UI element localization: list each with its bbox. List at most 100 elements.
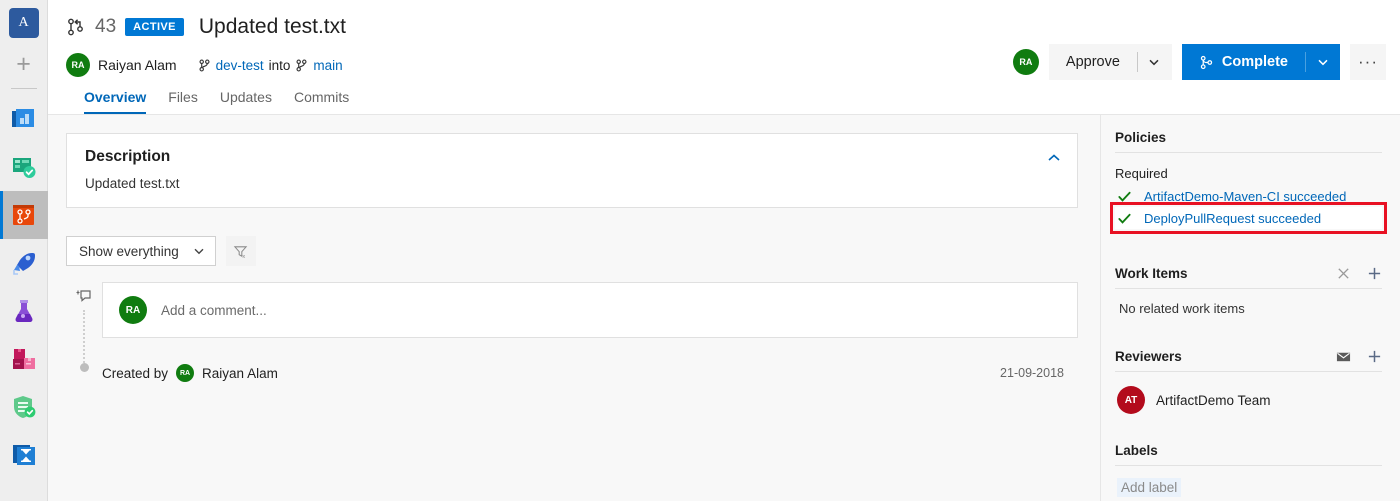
created-event-row: Created by RA Raiyan Alam 21-09-2018 — [102, 364, 1078, 382]
sidebar-item-security[interactable] — [0, 383, 48, 431]
sidebar-item-test-plans[interactable] — [0, 287, 48, 335]
azure-devops-pull-request-page: A + 43 ACTIVE Updated test.txt RA Raiyan… — [0, 0, 1400, 501]
target-branch-icon — [296, 59, 307, 71]
overview-icon — [11, 109, 34, 127]
discussion-thread: RA Add a comment... Created by RA Raiyan… — [66, 282, 1078, 382]
complete-button-group[interactable]: Complete — [1181, 44, 1340, 80]
add-reviewer-icon[interactable] — [1367, 349, 1382, 364]
work-items-title: Work Items — [1115, 266, 1188, 281]
labels-title: Labels — [1115, 443, 1158, 458]
created-prefix: Created by — [102, 365, 169, 381]
created-by-avatar: RA — [176, 364, 195, 382]
complete-button-label: Complete — [1221, 54, 1288, 70]
reviewers-section-header: Reviewers — [1115, 346, 1382, 372]
pull-request-actions: RA Approve Complete ··· — [1012, 44, 1386, 80]
author-avatar[interactable]: RA — [66, 53, 90, 77]
tab-files[interactable]: Files — [168, 89, 198, 114]
pipelines-icon — [12, 253, 35, 275]
complete-button[interactable]: Complete — [1181, 44, 1305, 80]
main-panel: 43 ACTIVE Updated test.txt RA Raiyan Ala… — [48, 0, 1400, 501]
policy-item[interactable]: ArtifactDemo-Maven-CI succeeded — [1115, 185, 1382, 207]
clear-filter-button[interactable]: x — [225, 236, 256, 266]
policy-item-highlighted[interactable]: DeployPullRequest succeeded — [1110, 202, 1387, 234]
reviewer-item[interactable]: AT ArtifactDemo Team — [1117, 386, 1382, 414]
shield-icon — [13, 396, 35, 418]
sidebar-item-pipelines[interactable] — [0, 239, 48, 287]
reviewer-avatar: AT — [1117, 386, 1145, 414]
reviewers-title: Reviewers — [1115, 349, 1182, 364]
reviewer-name: ArtifactDemo Team — [1156, 392, 1271, 408]
policies-section-header: Policies — [1115, 127, 1382, 153]
organization-logo[interactable]: A — [8, 8, 39, 38]
thread-event-dot — [79, 363, 89, 372]
policies-title: Policies — [1115, 130, 1167, 145]
source-branch[interactable]: dev-test — [216, 58, 264, 73]
add-work-item-icon[interactable] — [1367, 266, 1382, 281]
more-options-button[interactable]: ··· — [1350, 44, 1386, 80]
sidebar-item-overview[interactable] — [0, 95, 48, 143]
thread-content: RA Add a comment... Created by RA Raiyan… — [102, 282, 1078, 382]
complete-dropdown-button[interactable] — [1305, 44, 1340, 80]
show-everything-label: Show everything — [79, 243, 179, 259]
current-user-avatar[interactable]: RA — [1012, 49, 1039, 75]
sidebar-item-analytics[interactable] — [0, 431, 48, 479]
status-badge: ACTIVE — [125, 18, 184, 36]
branch-info: dev-test into main — [198, 58, 343, 73]
pull-request-icon — [68, 18, 83, 36]
page-title: Updated test.txt — [198, 15, 346, 38]
comment-placeholder: Add a comment... — [161, 302, 267, 318]
sidebar-item-artifacts[interactable] — [0, 335, 48, 383]
boards-icon — [12, 158, 35, 178]
mail-icon[interactable] — [1336, 349, 1351, 364]
sidebar-item-boards[interactable] — [0, 143, 48, 191]
discussion-filter-row: Show everything x — [66, 236, 1078, 266]
add-comment-icon[interactable] — [76, 288, 92, 304]
tab-overview[interactable]: Overview — [84, 89, 147, 114]
policy-label[interactable]: ArtifactDemo-Maven-CI succeeded — [1144, 189, 1346, 204]
into-label: into — [268, 57, 291, 73]
add-label-button[interactable]: Add label — [1117, 478, 1182, 497]
artifacts-icon — [12, 349, 35, 369]
approve-dropdown-button[interactable] — [1136, 44, 1172, 80]
description-text: Updated test.txt — [85, 176, 180, 191]
pull-request-tabs: Overview Files Updates Commits — [66, 80, 1400, 114]
add-comment-box[interactable]: RA Add a comment... — [102, 282, 1078, 338]
created-by-name: Raiyan Alam — [202, 365, 278, 381]
author-name: Raiyan Alam — [98, 57, 177, 73]
check-icon — [1118, 191, 1131, 202]
thread-timeline — [66, 282, 102, 382]
chevron-down-icon — [194, 248, 204, 255]
repos-icon — [12, 205, 34, 225]
tab-updates[interactable]: Updates — [220, 89, 272, 114]
show-everything-dropdown[interactable]: Show everything — [66, 236, 216, 266]
sidebar-item-repos[interactable] — [0, 191, 48, 239]
svg-text:x: x — [243, 254, 246, 259]
pull-request-number: 43 — [95, 16, 117, 37]
tab-commits[interactable]: Commits — [294, 89, 349, 114]
thread-line — [83, 310, 85, 363]
work-items-empty-text: No related work items — [1119, 301, 1245, 316]
test-plans-icon — [15, 300, 32, 322]
hourglass-icon — [12, 445, 35, 465]
description-title: Description — [85, 148, 171, 165]
close-icon[interactable] — [1336, 266, 1351, 281]
description-card: Description Updated test.txt — [66, 133, 1078, 208]
branch-icon — [199, 59, 210, 71]
work-items-section-header: Work Items — [1115, 263, 1382, 289]
target-branch[interactable]: main — [313, 58, 342, 73]
approve-button[interactable]: Approve — [1048, 44, 1137, 80]
created-date: 21-09-2018 — [1000, 366, 1064, 380]
collapse-chevron-up-icon[interactable] — [1047, 151, 1061, 165]
filter-icon: x — [234, 245, 248, 259]
approve-button-group[interactable]: Approve — [1048, 44, 1172, 80]
check-icon — [1118, 213, 1131, 224]
comment-avatar: RA — [119, 296, 147, 324]
chevron-down-icon — [1317, 59, 1328, 66]
merge-icon — [1200, 55, 1213, 69]
labels-section-header: Labels — [1115, 440, 1382, 466]
body-area: Description Updated test.txt Show everyt… — [48, 114, 1400, 501]
policy-label[interactable]: DeployPullRequest succeeded — [1144, 211, 1321, 226]
required-label: Required — [1115, 166, 1168, 181]
pull-request-title-row: 43 ACTIVE Updated test.txt — [66, 10, 1400, 44]
add-new-button[interactable]: + — [0, 42, 48, 86]
